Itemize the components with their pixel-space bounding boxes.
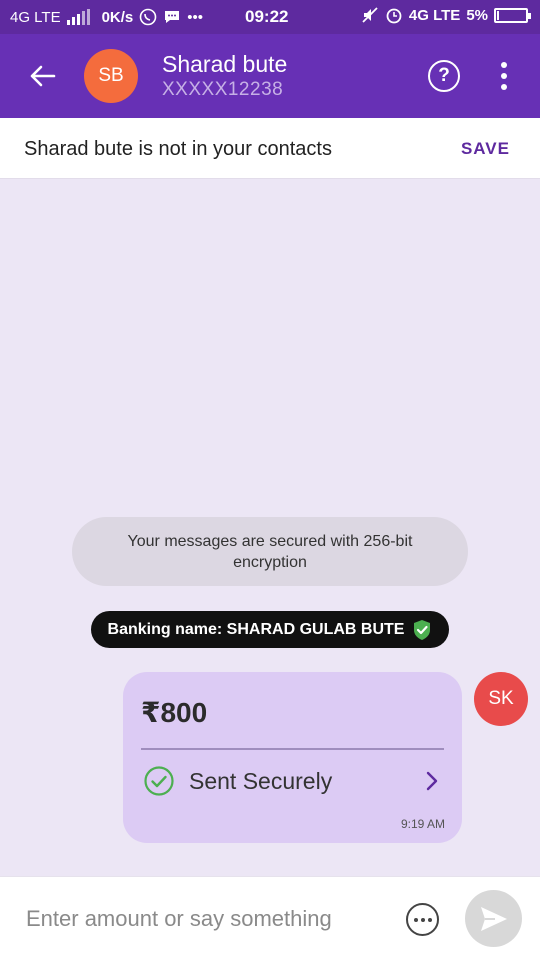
battery-icon [494, 7, 531, 23]
help-button[interactable]: ? [428, 60, 460, 92]
chat-bubble-icon [165, 11, 180, 23]
contact-name[interactable]: Sharad bute [162, 51, 287, 78]
chat-header: SB Sharad bute XXXXX12238 ? [0, 34, 540, 118]
check-circle-icon [144, 766, 174, 796]
status-bar: 4G LTE 0K/s ••• 09:22 4G LTE 5% [0, 0, 540, 34]
message-input[interactable] [26, 899, 386, 939]
save-contact-button[interactable]: SAVE [461, 139, 510, 159]
options-icon[interactable] [406, 903, 439, 936]
send-button[interactable] [465, 890, 522, 947]
self-avatar: SK [474, 672, 528, 726]
more-notifications-icon: ••• [187, 8, 204, 26]
contact-avatar[interactable]: SB [84, 49, 138, 103]
send-icon [480, 906, 507, 931]
payment-amount: ₹800 [141, 697, 208, 728]
status-left: 4G LTE 0K/s ••• [10, 8, 203, 26]
back-arrow-icon [30, 65, 56, 87]
more-vert-icon[interactable] [490, 58, 518, 94]
not-in-contacts-banner: Sharad bute is not in your contacts SAVE [0, 118, 540, 179]
payment-message-card[interactable]: ₹800 Sent Securely 9:19 AM [123, 672, 462, 843]
verified-shield-icon [414, 619, 431, 640]
banking-name-badge: Banking name: SHARAD GULAB BUTE [91, 611, 449, 648]
alarm-icon [386, 8, 402, 24]
banking-name-text: Banking name: SHARAD GULAB BUTE [107, 620, 405, 638]
chevron-right-icon[interactable] [422, 770, 442, 792]
payment-status: Sent Securely [189, 768, 333, 794]
input-bar [0, 876, 540, 960]
whatsapp-icon [139, 8, 157, 26]
mute-icon [362, 7, 378, 23]
network-label-left: 4G LTE [10, 8, 61, 26]
data-speed: 0K/s [101, 8, 134, 26]
help-icon: ? [438, 65, 450, 86]
contact-number: XXXXX12238 [162, 79, 284, 100]
battery-percent: 5% [466, 6, 488, 24]
network-label-right: 4G LTE [408, 6, 461, 24]
card-divider [141, 748, 444, 750]
message-time: 9:19 AM [400, 817, 445, 831]
status-time: 09:22 [245, 7, 289, 26]
status-right: 4G LTE 5% [361, 6, 531, 24]
signal-icon [66, 9, 90, 25]
banner-text: Sharad bute is not in your contacts [24, 138, 332, 160]
encryption-notice: Your messages are secured with 256-bit e… [72, 517, 468, 586]
back-button[interactable] [22, 56, 62, 96]
